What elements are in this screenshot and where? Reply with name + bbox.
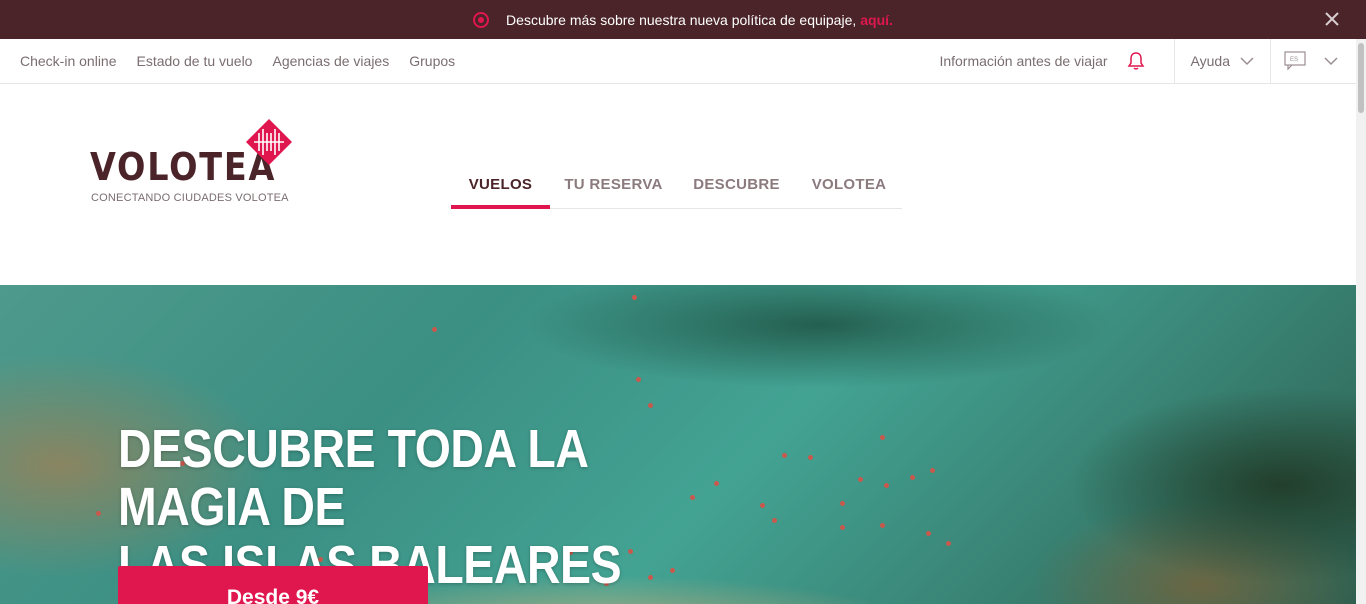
tab-vuelos[interactable]: VUELOS (451, 166, 550, 209)
scrollbar-thumb[interactable] (1358, 43, 1364, 113)
travel-agencies-link[interactable]: Agencias de viajes (272, 53, 389, 69)
utility-nav: Check-in online Estado de tu vuelo Agenc… (0, 39, 1356, 84)
swimmer-dot (926, 531, 931, 536)
swimmer-dot (782, 453, 787, 458)
swimmer-dot (636, 377, 641, 382)
swimmer-dot (884, 483, 889, 488)
swimmer-dot (96, 511, 101, 516)
site-header: VOLOTEA CONECTANDO CIUDADES VOLOTEA VUEL… (0, 84, 1356, 285)
swimmer-dot (946, 541, 951, 546)
announcement-text: Descubre más sobre nuestra nueva polític… (506, 11, 857, 28)
swimmer-dot (808, 455, 813, 460)
volotea-logo[interactable]: VOLOTEA CONECTANDO CIUDADES VOLOTEA (90, 119, 300, 209)
swimmer-dot (880, 523, 885, 528)
checkin-link[interactable]: Check-in online (20, 53, 117, 69)
logo-tagline: CONECTANDO CIUDADES VOLOTEA (91, 192, 289, 204)
swimmer-dot (840, 501, 845, 506)
hero-cta-button[interactable]: Desde 9€ (118, 566, 428, 604)
swimmer-dot (910, 475, 915, 480)
groups-link[interactable]: Grupos (409, 53, 455, 69)
page-scrollbar[interactable] (1356, 39, 1366, 604)
hero-banner: DESCUBRE TODA LA MAGIA DE LAS ISLAS BALE… (0, 285, 1356, 604)
main-nav: VUELOS TU RESERVA DESCUBRE VOLOTEA (451, 166, 902, 209)
help-dropdown[interactable]: Ayuda (1173, 39, 1270, 83)
close-icon[interactable] (1322, 9, 1342, 29)
bell-icon[interactable] (1126, 51, 1146, 71)
swimmer-dot (930, 468, 935, 473)
chevron-down-icon (1324, 57, 1338, 66)
tab-descubre[interactable]: DESCUBRE (677, 166, 796, 209)
svg-text:ES: ES (1290, 57, 1298, 63)
announcement-bar: Descubre más sobre nuestra nueva polític… (0, 0, 1366, 39)
swimmer-dot (760, 503, 765, 508)
logo-mark-icon (246, 119, 292, 165)
language-icon: ES (1284, 51, 1306, 71)
tab-volotea[interactable]: VOLOTEA (796, 166, 902, 209)
swimmer-dot (648, 403, 653, 408)
help-label: Ayuda (1190, 53, 1230, 69)
swimmer-dot (432, 327, 437, 332)
alert-icon (473, 11, 490, 28)
swimmer-dot (772, 518, 777, 523)
announcement-link[interactable]: aquí. (860, 12, 893, 28)
flight-status-link[interactable]: Estado de tu vuelo (137, 53, 253, 69)
swimmer-dot (858, 477, 863, 482)
language-selector[interactable]: ES (1270, 39, 1356, 83)
hero-title-line-1: DESCUBRE TODA LA MAGIA DE (118, 419, 587, 537)
swimmer-dot (880, 435, 885, 440)
swimmer-dot (632, 295, 637, 300)
tab-tu-reserva[interactable]: TU RESERVA (550, 166, 677, 209)
travel-info-link[interactable]: Información antes de viajar (939, 51, 1173, 71)
chevron-down-icon (1240, 57, 1254, 66)
swimmer-dot (840, 525, 845, 530)
travel-info-label: Información antes de viajar (939, 53, 1108, 69)
